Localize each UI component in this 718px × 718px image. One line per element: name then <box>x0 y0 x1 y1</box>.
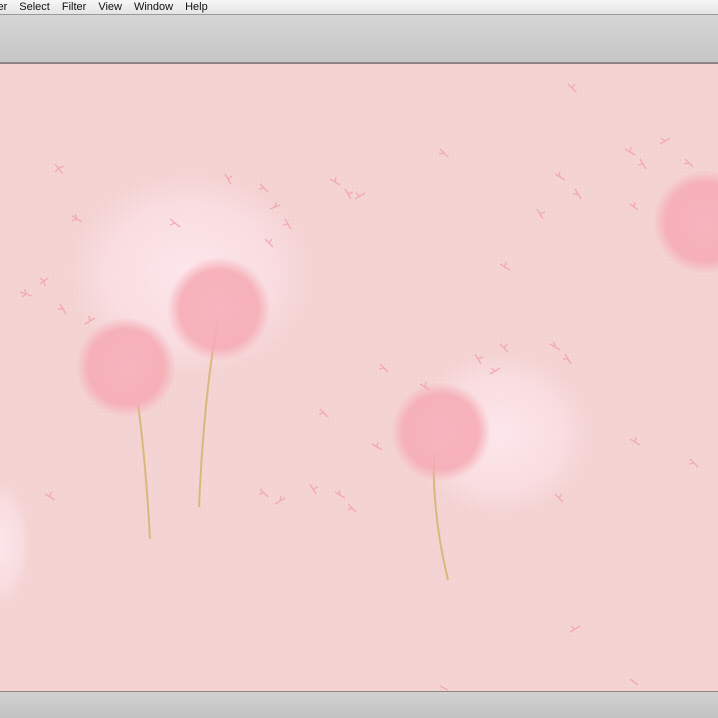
document-canvas[interactable] <box>0 63 718 692</box>
dandelion-artwork <box>0 64 718 691</box>
menu-select[interactable]: Select <box>13 0 56 14</box>
dandelion-head-1 <box>76 317 176 417</box>
menu-bar: yer Select Filter View Window Help <box>0 0 718 15</box>
dandelion-head-2 <box>167 257 271 361</box>
menu-view[interactable]: View <box>92 0 128 14</box>
status-bar <box>0 692 718 718</box>
menu-filter[interactable]: Filter <box>56 0 92 14</box>
menu-help[interactable]: Help <box>179 0 214 14</box>
menu-layer[interactable]: yer <box>0 0 13 14</box>
tool-options-bar <box>0 15 718 63</box>
menu-window[interactable]: Window <box>128 0 179 14</box>
dandelion-head-3 <box>391 382 491 482</box>
